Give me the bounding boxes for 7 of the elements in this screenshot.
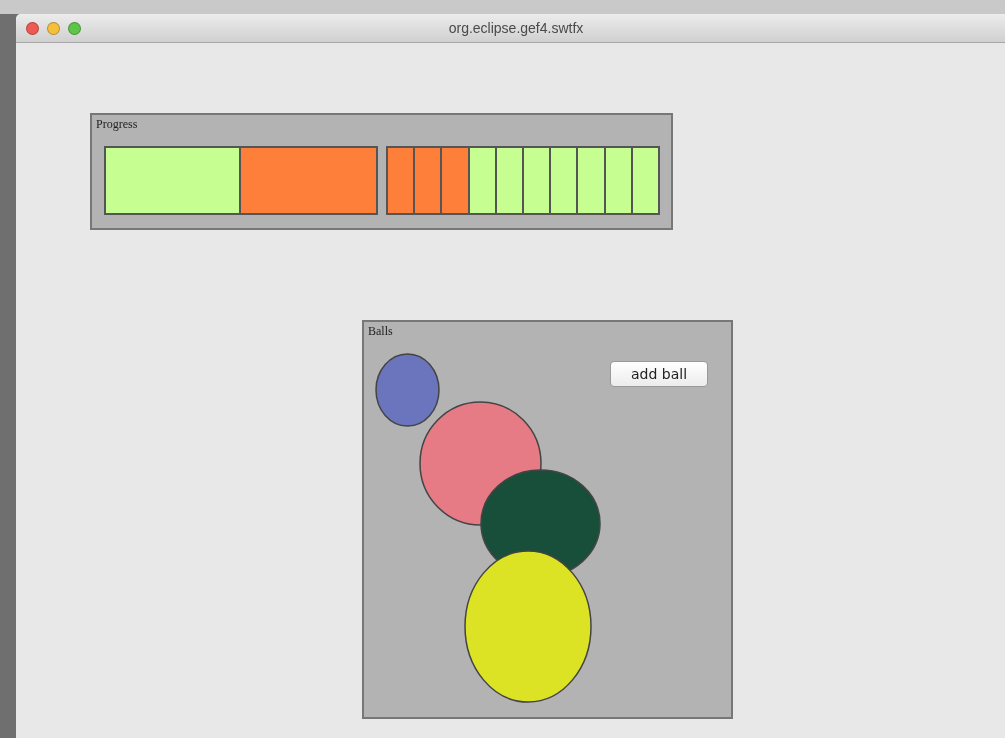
window-title: org.eclipse.gef4.swtfx xyxy=(448,20,584,36)
add-ball-button[interactable]: add ball xyxy=(610,361,708,387)
zoom-button[interactable] xyxy=(68,21,81,35)
minimize-button[interactable] xyxy=(47,21,60,35)
panel-label: Balls xyxy=(367,323,394,338)
panel-label: Progress xyxy=(95,116,139,131)
close-button[interactable] xyxy=(26,21,39,35)
